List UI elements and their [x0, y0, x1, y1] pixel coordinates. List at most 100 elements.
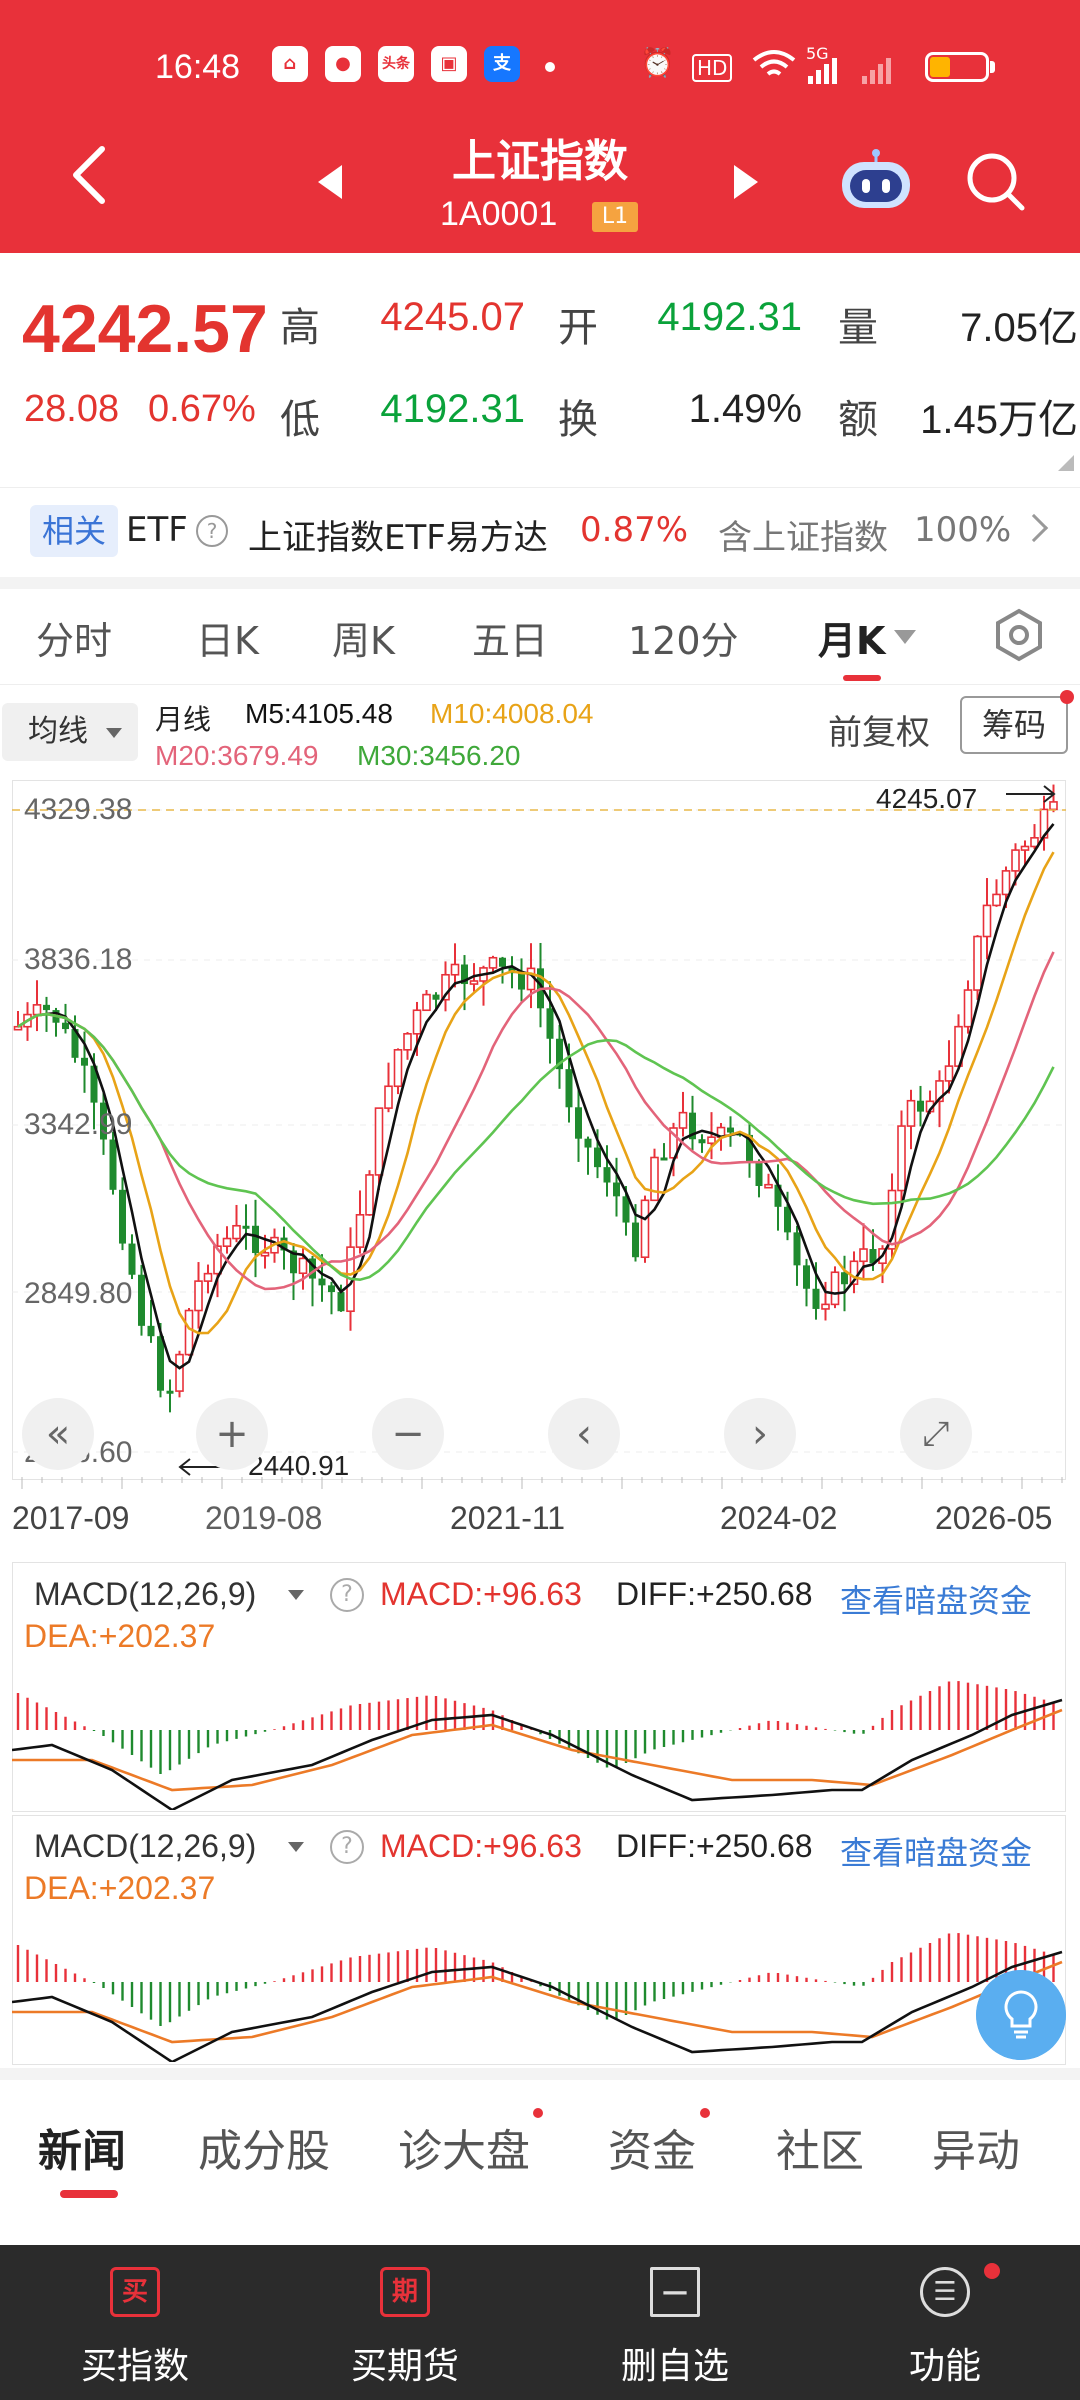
candle-body — [109, 1139, 117, 1190]
high-value: 4245.07 — [380, 295, 525, 339]
candle-body — [203, 1272, 213, 1282]
tab-capital[interactable]: 资金 — [608, 2115, 696, 2179]
tab-market-diagnosis[interactable]: 诊大盘 — [398, 2115, 530, 2179]
help-icon[interactable]: ? — [330, 1830, 364, 1864]
functions-button[interactable]: ☰ 功能 — [810, 2245, 1080, 2400]
candle-body — [973, 935, 982, 991]
candle-body — [859, 1248, 868, 1263]
home-app-icon: ⌂ — [272, 46, 308, 82]
macd-chart — [12, 1933, 1063, 2062]
kline-chart[interactable] — [12, 780, 1066, 1480]
dark-pool-link[interactable]: 查看暗盘资金 — [840, 1828, 1032, 1874]
tab-alerts[interactable]: 异动 — [932, 2115, 1020, 2179]
candle-body — [157, 1336, 164, 1391]
tab-daily-k[interactable]: 日K — [196, 610, 259, 665]
help-icon[interactable]: ? — [196, 515, 228, 547]
y-tick-label: 4329.38 — [24, 793, 133, 826]
adjust-mode[interactable]: 前复权 — [828, 705, 930, 754]
help-icon[interactable]: ? — [330, 1578, 364, 1612]
candle-body — [897, 1125, 906, 1192]
notification-dot — [984, 2263, 1000, 2279]
candle-body — [906, 1099, 916, 1127]
candle-body — [992, 893, 1001, 907]
price-change: 28.08 — [24, 388, 120, 430]
chevron-down-icon[interactable] — [894, 630, 916, 644]
fullscreen-button[interactable]: ⤢ — [900, 1398, 972, 1470]
candle-body — [138, 1274, 145, 1326]
candle-body — [594, 1147, 601, 1168]
chips-button[interactable]: 筹码 — [960, 696, 1068, 754]
candle-body — [469, 980, 479, 985]
etf-type-label: ETF — [126, 510, 188, 550]
zoom-out-button[interactable]: − — [372, 1398, 444, 1470]
dark-pool-link[interactable]: 查看暗盘资金 — [840, 1576, 1032, 1622]
next-index-button[interactable] — [734, 165, 758, 199]
settings-hexagon-icon[interactable] — [992, 608, 1046, 662]
menu-icon: ☰ — [920, 2267, 970, 2317]
candle-body — [678, 1111, 688, 1129]
candle-body — [374, 1107, 384, 1176]
back-arrow-icon[interactable] — [70, 145, 110, 205]
ma-selector-button[interactable]: 均线 — [2, 703, 138, 761]
previous-index-button[interactable] — [318, 165, 342, 199]
battery-tip — [990, 61, 995, 73]
buy-index-label: 买指数 — [80, 2346, 189, 2387]
scroll-right-button[interactable]: › — [724, 1398, 796, 1470]
tab-five-day[interactable]: 五日 — [472, 610, 548, 665]
candle-body — [128, 1243, 136, 1275]
candle-body — [821, 1303, 830, 1310]
scroll-left-button[interactable]: ‹ — [548, 1398, 620, 1470]
level-badge: L1 — [592, 202, 638, 232]
candle-body — [166, 1390, 174, 1394]
functions-label: 功能 — [908, 2346, 981, 2387]
tab-intraday[interactable]: 分时 — [36, 610, 112, 665]
candle-body — [252, 1225, 259, 1254]
tab-community[interactable]: 社区 — [776, 2115, 864, 2179]
candle-body — [518, 973, 525, 990]
turnover-label: 换 — [558, 397, 598, 443]
scroll-to-start-button[interactable]: « — [22, 1398, 94, 1470]
y-tick-label: 2849.80 — [24, 1277, 133, 1310]
candle-body — [432, 994, 440, 1000]
candle-body — [784, 1206, 791, 1233]
diff-value: DIFF:+250.68 — [616, 1828, 813, 1864]
buy-index-button[interactable]: 买 买指数 — [0, 2245, 270, 2400]
macd-selector[interactable]: MACD(12,26,9) — [34, 1828, 256, 1865]
buy-futures-button[interactable]: 期 买期货 — [270, 2245, 540, 2400]
chevron-down-icon[interactable] — [288, 1842, 304, 1852]
active-tab-indicator — [843, 675, 881, 681]
macd-selector[interactable]: MACD(12,26,9) — [34, 1576, 256, 1613]
tab-weekly-k[interactable]: 周K — [332, 610, 395, 665]
candle-body — [575, 1107, 582, 1139]
battery-icon — [925, 52, 989, 82]
ma20-line — [17, 951, 1055, 1291]
candle-body — [546, 1008, 554, 1039]
price-change-pct: 0.67% — [148, 388, 256, 430]
zoom-in-button[interactable]: + — [196, 1398, 268, 1470]
chevron-down-icon[interactable] — [288, 1590, 304, 1600]
etf-change: 0.87% — [580, 510, 689, 550]
tab-news[interactable]: 新闻 — [38, 2115, 126, 2179]
alipay-app-icon: 支 — [484, 46, 520, 82]
search-icon[interactable] — [964, 150, 1026, 212]
notification-app-icon: ● — [325, 46, 361, 82]
x-axis-ticks — [21, 1477, 1063, 1489]
futures-icon: 期 — [380, 2267, 430, 2317]
chevron-down-icon — [106, 728, 122, 738]
candle-body — [222, 1237, 232, 1248]
line-type-label: 月线 — [155, 704, 212, 735]
remove-icon: — — [650, 2267, 700, 2317]
candle-body — [640, 1199, 650, 1259]
etf-name[interactable]: 上证指数ETF易方达 — [248, 510, 548, 559]
lightbulb-icon[interactable] — [976, 1970, 1066, 2060]
candle-body — [1020, 845, 1030, 851]
candle-body — [298, 1257, 308, 1275]
remove-watchlist-button[interactable]: — 删自选 — [540, 2245, 810, 2400]
tab-120min[interactable]: 120分 — [628, 610, 739, 665]
expand-corner-icon[interactable] — [1058, 455, 1074, 471]
low-label: 低 — [280, 397, 320, 443]
tab-monthly-k[interactable]: 月K — [818, 610, 885, 665]
assistant-robot-icon[interactable] — [838, 148, 914, 212]
m10-value: M10:4008.04 — [430, 698, 594, 729]
tab-constituents[interactable]: 成分股 — [198, 2115, 330, 2179]
